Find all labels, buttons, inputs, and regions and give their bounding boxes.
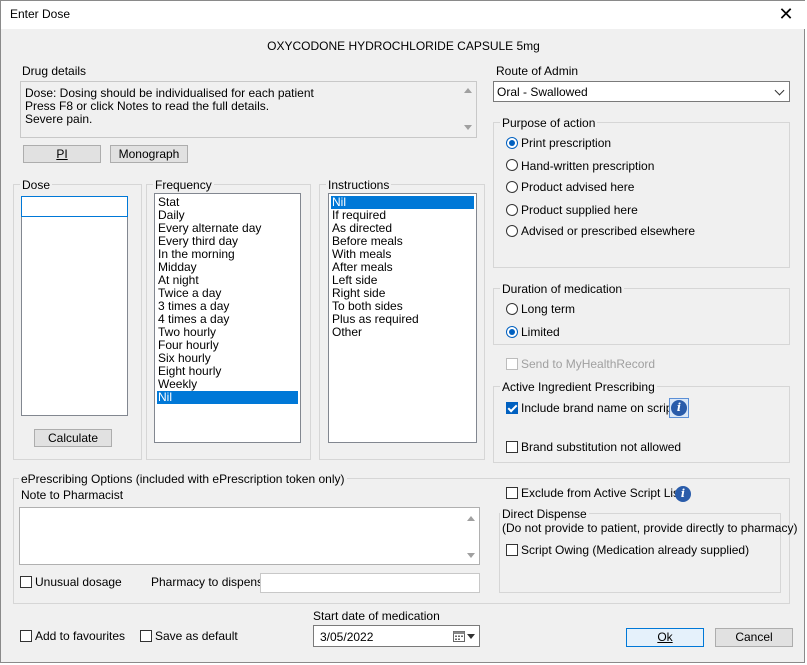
duration-option-label: Long term [521,302,576,316]
radio-print-prescription[interactable] [506,137,518,149]
ok-button[interactable]: Ok [626,628,704,647]
info-icon[interactable]: i [675,486,691,502]
radio-limited[interactable] [506,326,518,338]
purpose-option-label: Product advised here [521,180,635,194]
drug-details-line: Dose: Dosing should be individualised fo… [25,86,314,100]
eprescribing-label: ePrescribing Options (included with ePre… [19,472,347,486]
pi-button-label: PI [56,147,68,161]
route-select[interactable]: Oral - Swallowed [493,81,790,102]
duration-label: Duration of medication [500,282,625,296]
instruction-item[interactable]: Other [331,326,474,339]
exclude-asl-checkbox[interactable] [506,487,518,499]
direct-dispense-subtitle: (Do not provide to patient, provide dire… [502,521,798,535]
duration-option-label: Limited [521,325,560,339]
dose-input[interactable] [21,196,128,217]
drug-details-line: Press F8 or click Notes to read the full… [25,99,270,113]
instructions-list[interactable]: Nil If required As directed Before meals… [328,193,477,443]
scroll-up-icon[interactable] [467,516,475,521]
unusual-dosage-checkbox[interactable] [20,576,32,588]
calendar-icon[interactable] [453,630,465,642]
radio-product-advised[interactable] [506,181,518,193]
scroll-down-icon[interactable] [467,553,475,558]
brand-sub-checkbox[interactable] [506,441,518,453]
radio-hand-written[interactable] [506,159,518,171]
radio-advised-elsewhere[interactable] [506,225,518,237]
route-label: Route of Admin [496,64,579,78]
frequency-list[interactable]: Stat Daily Every alternate day Every thi… [154,193,301,443]
include-brand-label: Include brand name on script [521,401,676,415]
scroll-up-icon[interactable] [464,88,472,93]
exclude-asl-label: Exclude from Active Script List [521,486,683,500]
direct-dispense-label: Direct Dispense [500,507,589,521]
instructions-label: Instructions [326,178,392,192]
ok-button-label: Ok [657,630,673,644]
dropdown-arrow-icon[interactable] [467,634,475,639]
drug-name-heading: OXYCODONE HYDROCHLORIDE CAPSULE 5mg [267,39,540,53]
start-date-label: Start date of medication [313,609,440,623]
save-default-label: Save as default [155,629,238,643]
purpose-option-label: Hand-written prescription [521,159,655,173]
start-date-picker[interactable]: 3/05/2022 [313,625,480,647]
dose-list[interactable] [21,196,128,416]
unusual-dosage-label: Unusual dosage [35,575,122,589]
calculate-button[interactable]: Calculate [34,429,112,447]
close-icon[interactable]: ✕ [776,4,796,24]
info-icon: i [671,400,687,416]
start-date-value: 3/05/2022 [320,630,374,644]
drug-details-label: Drug details [22,64,87,78]
dose-label: Dose [20,178,53,192]
enter-dose-dialog: Enter Dose ✕ OXYCODONE HYDROCHLORIDE CAP… [0,0,806,663]
purpose-option-label: Product supplied here [521,203,638,217]
purpose-option-label: Advised or prescribed elsewhere [521,224,696,238]
pharmacy-input[interactable] [260,573,480,593]
script-owing-label: Script Owing (Medication already supplie… [521,543,750,557]
info-button[interactable]: i [669,398,689,418]
route-value: Oral - Swallowed [497,85,588,99]
chevron-down-icon [774,85,785,96]
frequency-item[interactable]: Weekly [157,378,298,391]
script-owing-checkbox[interactable] [506,544,518,556]
title-bar[interactable]: Enter Dose ✕ [1,1,806,29]
note-to-pharmacist-input[interactable] [19,507,480,565]
save-default-checkbox[interactable] [140,630,152,642]
frequency-item-selected[interactable]: Nil [157,391,298,404]
radio-long-term[interactable] [506,303,518,315]
drug-details-line: Severe pain. [25,112,93,126]
scroll-down-icon[interactable] [464,125,472,130]
purpose-label: Purpose of action [500,116,598,130]
drug-details-text: Dose: Dosing should be individualised fo… [20,81,477,138]
pi-button[interactable]: PI [23,145,101,163]
monograph-button[interactable]: Monograph [110,145,188,163]
cancel-button[interactable]: Cancel [715,628,793,647]
send-mhr-label: Send to MyHealthRecord [521,357,656,371]
frequency-label: Frequency [153,178,214,192]
add-favourites-label: Add to favourites [35,629,126,643]
window-title: Enter Dose [10,7,71,21]
pharmacy-label: Pharmacy to dispense [151,575,270,589]
add-favourites-checkbox[interactable] [20,630,32,642]
radio-product-supplied[interactable] [506,204,518,216]
purpose-option-label: Print prescription [521,136,612,150]
aip-label: Active Ingredient Prescribing [500,380,657,394]
note-to-pharmacist-label: Note to Pharmacist [21,488,124,502]
brand-sub-label: Brand substitution not allowed [521,440,682,454]
include-brand-checkbox[interactable] [506,402,518,414]
send-mhr-checkbox [506,358,518,370]
